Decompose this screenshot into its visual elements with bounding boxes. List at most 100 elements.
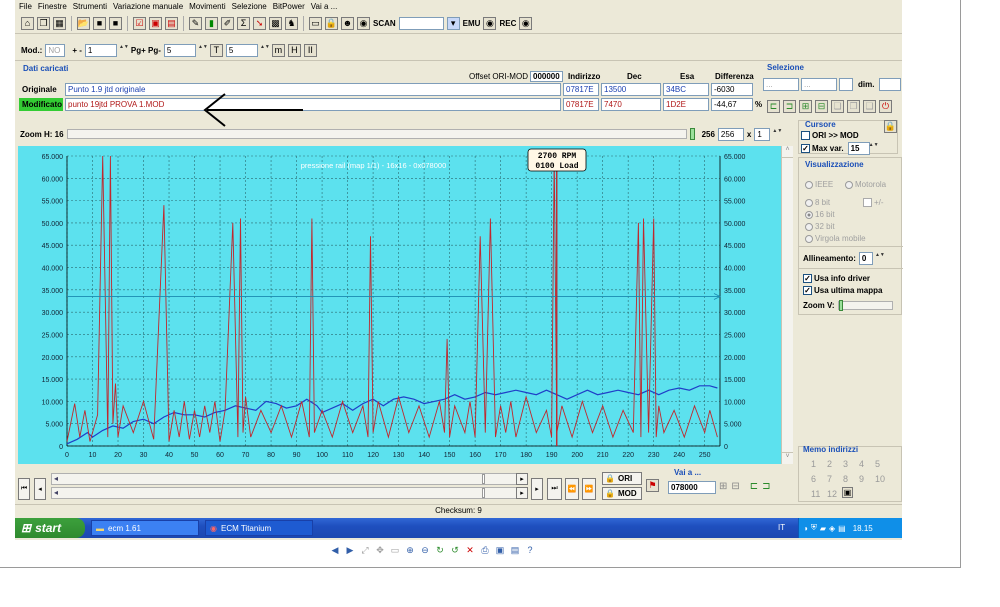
h-icon[interactable]: H: [287, 44, 301, 57]
memo-item[interactable]: 4: [859, 459, 875, 469]
task-ecm-titanium[interactable]: ◉ ECM Titanium: [205, 520, 313, 536]
h-scrollbar-1[interactable]: ◂: [51, 473, 517, 485]
ori-mod-check[interactable]: ORI >> MOD: [801, 131, 859, 141]
memo-item[interactable]: 7: [827, 474, 843, 484]
originale-diff[interactable]: -6030: [711, 83, 753, 96]
map2-icon[interactable]: ▤: [165, 17, 178, 30]
home-icon[interactable]: ⌂: [21, 17, 34, 30]
zoom-value-3[interactable]: 1: [754, 127, 771, 141]
goto-end-icon[interactable]: ⊐: [762, 481, 770, 492]
scroll-right-icon[interactable]: ▸: [516, 473, 528, 485]
mod-button[interactable]: 🔒 MOD: [602, 487, 642, 500]
selezione-field-2[interactable]: ...: [801, 78, 837, 91]
ii-icon[interactable]: II: [303, 44, 317, 57]
block2-icon[interactable]: ■: [109, 17, 122, 30]
info-driver-check[interactable]: ✓ Usa info driver: [803, 274, 870, 284]
language-indicator[interactable]: IT: [778, 523, 785, 532]
scroll-up-icon[interactable]: ˄: [782, 146, 793, 158]
goto-table2-icon[interactable]: ⊟: [731, 481, 739, 492]
table-icon[interactable]: ▦: [53, 17, 66, 30]
memo-item[interactable]: 12: [827, 489, 843, 499]
emu-record-icon[interactable]: ◉: [483, 17, 497, 30]
virgola-radio[interactable]: Virgola mobile: [805, 234, 866, 243]
goto-start-icon[interactable]: ⊏: [750, 481, 758, 492]
next-image-icon[interactable]: ▶: [345, 545, 355, 555]
modificato-esa[interactable]: 1D2E: [663, 98, 709, 111]
graph-icon[interactable]: ▩: [269, 17, 282, 30]
rotate-ccw-icon[interactable]: ↺: [450, 545, 460, 555]
memo-item[interactable]: 1: [811, 459, 827, 469]
vai-field[interactable]: 078000: [668, 481, 716, 494]
record-icon[interactable]: ◉: [357, 17, 370, 30]
scroll-down-icon[interactable]: ˅: [782, 452, 793, 464]
help-icon[interactable]: ?: [525, 545, 535, 555]
tray-speaker-icon[interactable]: ◈: [829, 524, 835, 533]
chevron-down-icon[interactable]: ▾: [446, 17, 460, 30]
menu-finestre[interactable]: Finestre: [38, 2, 67, 11]
flag-icon[interactable]: ⚑: [646, 479, 659, 492]
ultima-mappa-check[interactable]: ✓ Usa ultima mappa: [803, 286, 882, 296]
sel-paste-icon[interactable]: ❐: [847, 100, 860, 113]
prev-block-icon[interactable]: ⏪: [565, 478, 579, 500]
t-field[interactable]: 5: [225, 44, 258, 57]
next-page-icon[interactable]: ▸: [531, 478, 543, 500]
mod-field[interactable]: NO: [45, 44, 66, 57]
print-icon[interactable]: ⎙: [480, 545, 490, 555]
sel-paste2-icon[interactable]: ❑: [863, 100, 876, 113]
start-button[interactable]: ⊞ start: [15, 518, 85, 538]
maxvar-spinner[interactable]: ▲▼: [869, 142, 879, 155]
memo-item[interactable]: 11: [811, 489, 827, 499]
originale-indirizzo[interactable]: 07817E: [563, 83, 599, 96]
maxvar-check[interactable]: ✓: [801, 144, 810, 153]
tray-network-icon[interactable]: ◑: [803, 524, 808, 533]
step-field[interactable]: 1: [84, 44, 117, 57]
sel-power-icon[interactable]: ⏻: [879, 100, 892, 113]
map-chart[interactable]: 0 05.000 5.00010.000 10.00015.000 15.00020.0…: [18, 146, 793, 464]
32bit-radio[interactable]: 32 bit: [805, 222, 835, 231]
step-spinner[interactable]: ▲▼: [119, 44, 129, 57]
task-ecm-folder[interactable]: ▬ ecm 1.61: [91, 520, 199, 536]
prev-image-icon[interactable]: ◀: [330, 545, 340, 555]
sel-start-icon[interactable]: ⊏: [767, 100, 780, 113]
modificato-file[interactable]: punto 19jtd PROVA 1.MOD: [65, 98, 561, 111]
pg-spinner[interactable]: ▲▼: [198, 44, 208, 57]
menu-vai[interactable]: Vai a ...: [311, 2, 338, 11]
sel-copy-icon[interactable]: ❏: [831, 100, 844, 113]
slideshow-icon[interactable]: ▭: [390, 545, 400, 555]
actual-size-icon[interactable]: ✥: [375, 545, 385, 555]
zoom-h-slider[interactable]: [66, 129, 687, 139]
menu-file[interactable]: File: [19, 2, 32, 11]
memo-item[interactable]: 2: [827, 459, 843, 469]
ieee-radio[interactable]: IEEE: [805, 180, 833, 189]
t-icon[interactable]: T: [209, 44, 223, 57]
zoom-out-icon[interactable]: ⊖: [420, 545, 430, 555]
menu-selezione[interactable]: Selezione: [232, 2, 267, 11]
tray-app-icon[interactable]: ▤: [838, 524, 846, 533]
copy-icon[interactable]: ❐: [37, 17, 50, 30]
modificato-diff[interactable]: -44,67: [711, 98, 753, 111]
m-icon[interactable]: m: [271, 44, 285, 57]
last-page-icon[interactable]: ⏭: [547, 478, 562, 500]
t-spinner[interactable]: ▲▼: [260, 44, 270, 57]
save-icon[interactable]: ▣: [495, 545, 505, 555]
chip-icon[interactable]: ▮: [205, 17, 218, 30]
h-scrollbar-2[interactable]: ◂: [51, 487, 517, 499]
menu-movimenti[interactable]: Movimenti: [189, 2, 225, 11]
edit-icon[interactable]: ✎: [189, 17, 202, 30]
memo-item[interactable]: 6: [811, 474, 827, 484]
first-page-icon[interactable]: ⏮: [18, 478, 30, 500]
memo-item[interactable]: 9: [859, 474, 875, 484]
prev-page-icon[interactable]: ◂: [34, 478, 46, 500]
rec-record-icon[interactable]: ◉: [519, 17, 533, 30]
menu-variazione[interactable]: Variazione manuale: [113, 2, 183, 11]
memo-item[interactable]: 5: [875, 459, 891, 469]
sel-block2-icon[interactable]: ⊟: [815, 100, 828, 113]
originale-esa[interactable]: 34BC: [663, 83, 709, 96]
sel-block-icon[interactable]: ⊞: [799, 100, 812, 113]
allineamento-spinner[interactable]: ▲▼: [875, 252, 885, 265]
8bit-radio[interactable]: 8 bit: [805, 198, 830, 207]
memo-save-icon[interactable]: ▣: [842, 487, 853, 498]
best-fit-icon[interactable]: ⤢: [360, 545, 370, 555]
originale-file[interactable]: Punto 1.9 jtd originale: [65, 83, 561, 96]
zoom-in-icon[interactable]: ⊕: [405, 545, 415, 555]
